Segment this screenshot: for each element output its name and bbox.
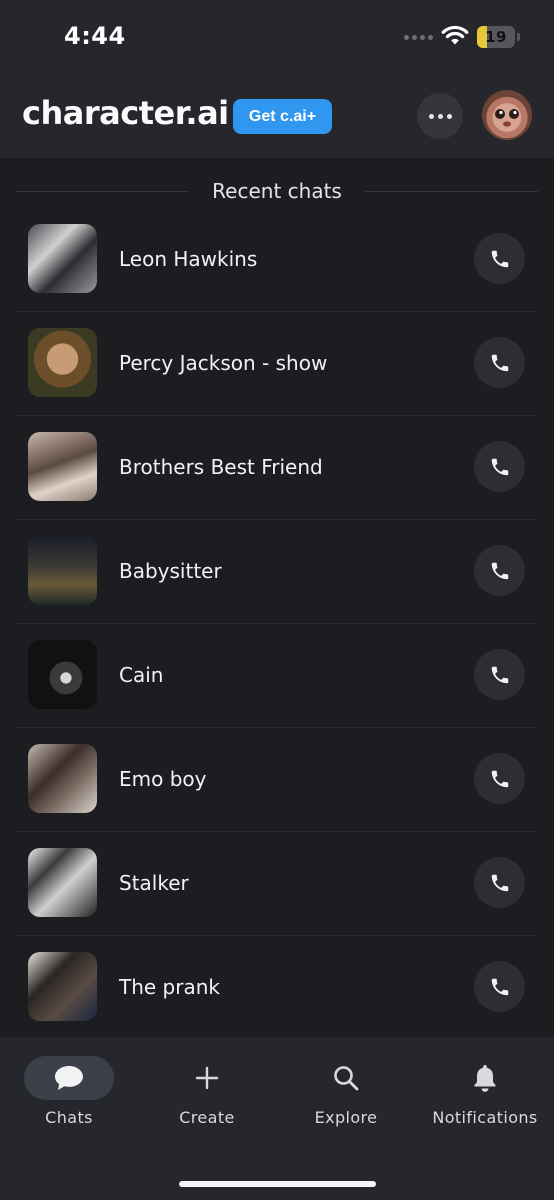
battery-level: 19 (485, 28, 507, 46)
nav-explore[interactable]: Explore (277, 1037, 415, 1157)
call-button[interactable] (474, 441, 525, 492)
call-button[interactable] (474, 337, 525, 388)
character-avatar[interactable] (28, 640, 97, 709)
nav-label: Explore (314, 1108, 378, 1127)
nav-chats-highlight (24, 1056, 114, 1100)
nav-notifications-wrap (440, 1056, 530, 1100)
character-avatar[interactable] (28, 848, 97, 917)
chat-list-item[interactable]: Stalker (0, 831, 554, 935)
recent-chats-heading: Recent chats (16, 174, 539, 208)
bell-icon (474, 1065, 496, 1092)
phone-icon (491, 770, 508, 787)
chat-list-item[interactable]: The prank (0, 935, 554, 1039)
wifi-icon (441, 25, 469, 45)
character-name: Emo boy (119, 767, 207, 791)
avatar-face-icon (495, 109, 519, 127)
call-button[interactable] (474, 961, 525, 1012)
call-button[interactable] (474, 857, 525, 908)
character-name: The prank (119, 975, 220, 999)
character-avatar[interactable] (28, 952, 97, 1021)
home-indicator[interactable] (179, 1181, 376, 1187)
character-name: Brothers Best Friend (119, 455, 323, 479)
divider-left (16, 190, 190, 192)
chat-list-item[interactable]: Brothers Best Friend (0, 415, 554, 519)
nav-label: Notifications (432, 1108, 538, 1127)
status-time: 4:44 (64, 22, 126, 50)
chat-list-item[interactable]: Cain (0, 623, 554, 727)
search-icon (334, 1066, 359, 1091)
character-name: Leon Hawkins (119, 247, 258, 271)
nav-create[interactable]: Create (138, 1037, 276, 1157)
nav-chats[interactable]: Chats (0, 1037, 138, 1157)
character-name: Cain (119, 663, 164, 687)
character-avatar[interactable] (28, 432, 97, 501)
nav-create-wrap (162, 1056, 252, 1100)
profile-avatar[interactable] (482, 90, 532, 140)
character-name: Babysitter (119, 559, 222, 583)
get-plus-button[interactable]: Get c.ai+ (233, 99, 332, 134)
bottom-nav: Chats Create Explore Notifications (0, 1037, 554, 1200)
call-button[interactable] (474, 753, 525, 804)
phone-icon (491, 458, 508, 475)
chat-list-item[interactable]: Emo boy (0, 727, 554, 831)
section-title: Recent chats (212, 179, 342, 203)
plus-icon (195, 1066, 219, 1090)
nav-notifications[interactable]: Notifications (416, 1037, 554, 1157)
cellular-signal-icon (404, 35, 433, 40)
top-header: 4:44 19 character.ai Get c.ai+ (0, 0, 554, 158)
battery-icon: 19 (477, 26, 515, 48)
status-bar: 4:44 19 (0, 0, 554, 72)
phone-icon (491, 354, 508, 371)
character-avatar[interactable] (28, 536, 97, 605)
phone-icon (491, 978, 508, 995)
character-avatar[interactable] (28, 328, 97, 397)
chat-list-item[interactable]: Babysitter (0, 519, 554, 623)
character-avatar[interactable] (28, 744, 97, 813)
character-name: Percy Jackson - show (119, 351, 328, 375)
chat-list-item[interactable]: Percy Jackson - show (0, 311, 554, 415)
chat-bubble-icon (55, 1066, 83, 1090)
chat-list: Leon Hawkins Percy Jackson - show Brothe… (0, 207, 554, 1039)
app-logo: character.ai (22, 94, 229, 132)
call-button[interactable] (474, 233, 525, 284)
call-button[interactable] (474, 649, 525, 700)
battery-tip (517, 33, 520, 41)
phone-icon (491, 666, 508, 683)
nav-label: Chats (45, 1108, 93, 1127)
nav-explore-wrap (301, 1056, 391, 1100)
chat-list-item[interactable]: Leon Hawkins (0, 207, 554, 311)
more-options-button[interactable] (417, 93, 463, 139)
phone-icon (491, 250, 508, 267)
phone-icon (491, 562, 508, 579)
phone-icon (491, 874, 508, 891)
nav-label: Create (179, 1108, 235, 1127)
character-name: Stalker (119, 871, 189, 895)
call-button[interactable] (474, 545, 525, 596)
divider-right (364, 190, 539, 192)
character-avatar[interactable] (28, 224, 97, 293)
